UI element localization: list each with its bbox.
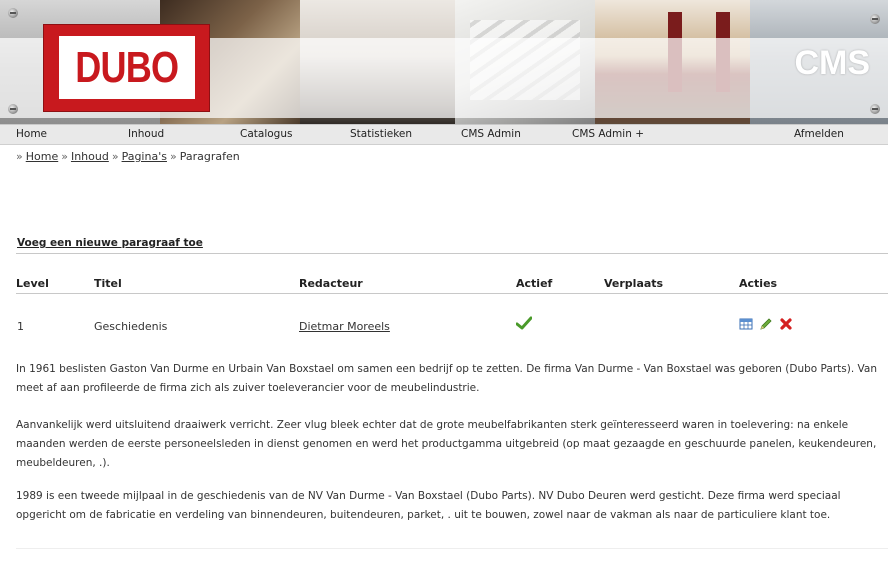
logo-inner: DEUREN DUBO PORTES <box>52 36 202 99</box>
nav-catalogus[interactable]: Catalogus <box>240 128 292 140</box>
divider <box>16 253 888 254</box>
nav-home[interactable]: Home <box>16 128 47 140</box>
pencil-icon[interactable] <box>759 317 773 331</box>
logo-main-text: DUBO <box>75 42 180 92</box>
paragraph-3: 1989 is een tweede mijlpaal in de geschi… <box>16 490 841 521</box>
header-banner: DEUREN DUBO PORTES CMS <box>0 0 888 124</box>
row-level: 1 <box>17 320 24 333</box>
main-nav: Home Inhoud Catalogus Statistieken CMS A… <box>0 124 888 145</box>
row-titel: Geschiedenis <box>94 320 168 333</box>
breadcrumb-separator: » <box>169 150 177 163</box>
screw-icon <box>870 104 880 114</box>
breadcrumb-inhoud[interactable]: Inhoud <box>71 150 109 163</box>
divider <box>16 548 888 549</box>
breadcrumb: » Home» Inhoud» Pagina's» Paragrafen <box>16 150 240 163</box>
nav-statistieken[interactable]: Statistieken <box>350 128 412 140</box>
breadcrumb-paginas[interactable]: Pagina's <box>122 150 167 163</box>
table-icon[interactable] <box>739 317 753 331</box>
breadcrumb-separator: » <box>111 150 119 163</box>
breadcrumb-home[interactable]: Home <box>26 150 58 163</box>
nav-cms-admin-plus[interactable]: CMS Admin + <box>572 128 644 140</box>
screw-icon <box>870 14 880 24</box>
nav-cms-admin[interactable]: CMS Admin <box>461 128 521 140</box>
col-header-verplaats: Verplaats <box>604 277 664 290</box>
paragraph-2: Aanvankelijk werd uitsluitend draaiwerk … <box>16 419 877 469</box>
nav-afmelden[interactable]: Afmelden <box>794 128 844 140</box>
row-redacteur-link[interactable]: Dietmar Moreels <box>299 320 390 333</box>
col-header-acties: Acties <box>739 277 778 290</box>
col-header-level: Level <box>16 277 49 290</box>
screw-icon <box>8 8 18 18</box>
breadcrumb-separator: » <box>16 150 23 163</box>
logo-right-text: PORTES <box>192 48 202 87</box>
delete-icon[interactable] <box>779 317 793 331</box>
logo-left-text: DEUREN <box>52 47 62 88</box>
screw-icon <box>8 104 18 114</box>
breadcrumb-current: Paragrafen <box>179 150 240 163</box>
nav-inhoud[interactable]: Inhoud <box>128 128 164 140</box>
col-header-titel: Titel <box>94 277 122 290</box>
active-check-icon[interactable] <box>516 316 532 330</box>
table-header-divider <box>16 293 888 294</box>
col-header-actief: Actief <box>516 277 553 290</box>
cms-title: CMS <box>794 44 870 82</box>
breadcrumb-separator: » <box>61 150 68 163</box>
col-header-redacteur: Redacteur <box>299 277 363 290</box>
dubo-logo: DEUREN DUBO PORTES <box>44 25 209 111</box>
paragraph-1: In 1961 beslisten Gaston Van Durme en Ur… <box>16 363 877 394</box>
add-paragraph-link[interactable]: Voeg een nieuwe paragraaf toe <box>17 237 203 249</box>
